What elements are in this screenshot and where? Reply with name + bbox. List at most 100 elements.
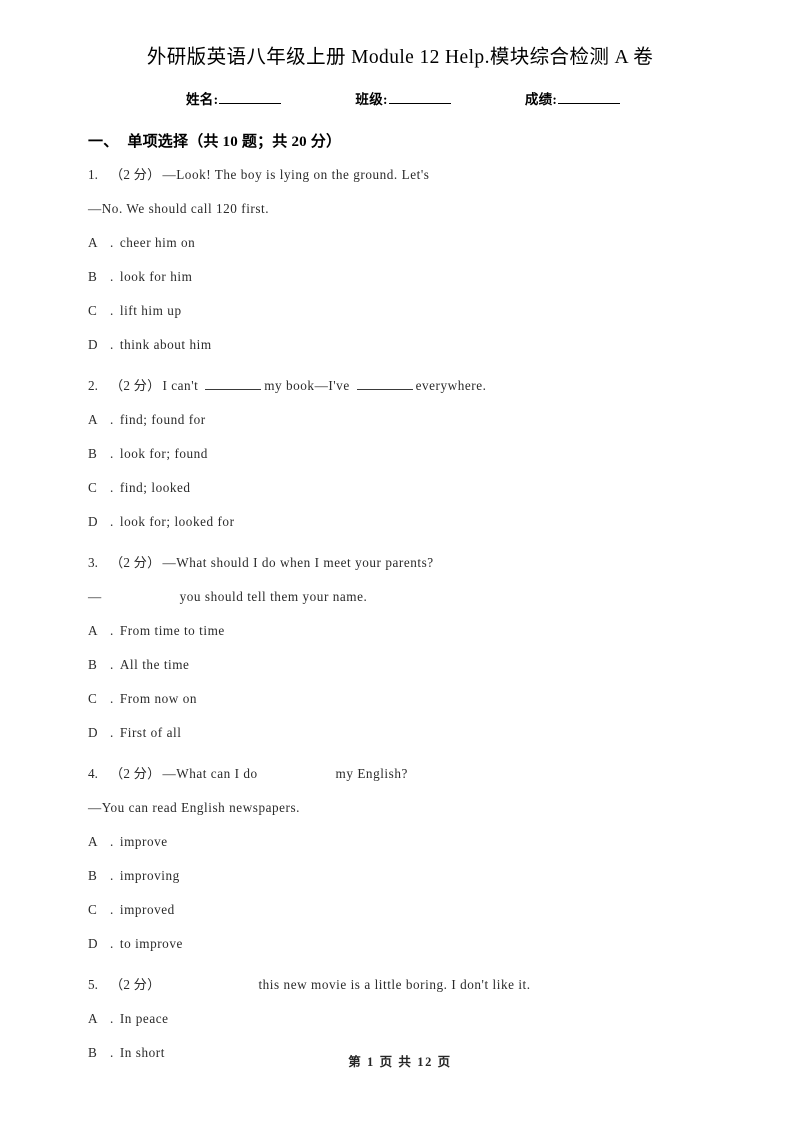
option-separator: . (110, 514, 114, 530)
section-title: 单项选择（共 10 题；共 20 分） (127, 134, 342, 151)
option-separator: . (110, 269, 114, 285)
question-text: this new movie is a little boring. I don… (258, 977, 531, 993)
option-text: From time to time (119, 623, 225, 639)
question-marks: （2 分） (110, 766, 161, 782)
question-stem: 1. （2 分） —Look! The boy is lying on the gr… (0, 158, 800, 192)
question-option[interactable]: B. All the time (0, 648, 800, 682)
question-option[interactable]: C. From now on (0, 682, 800, 716)
question-text: —Look! The boy is lying on the ground. L… (162, 167, 430, 183)
answer-blank[interactable] (205, 378, 262, 391)
option-separator: . (110, 446, 114, 462)
option-separator: . (110, 480, 114, 496)
option-separator: . (110, 691, 114, 707)
option-text: look for; found (119, 446, 208, 462)
question-marks: （2 分） (110, 378, 161, 394)
question-marks: （2 分） (110, 167, 161, 183)
option-separator: . (110, 235, 114, 251)
option-separator: . (110, 868, 114, 884)
option-letter: B (88, 269, 97, 285)
question-option[interactable]: A. improve (0, 825, 800, 859)
question-stem: 3. （2 分） —What should I do when I meet you… (0, 546, 800, 580)
question-text: —What can I do (162, 766, 258, 782)
question-option[interactable]: A. find; found for (0, 403, 800, 437)
question-option[interactable]: A. In peace (0, 1002, 800, 1036)
question-stem: 5. （2 分） this new movie is a little boring… (0, 968, 800, 1002)
option-separator: . (110, 303, 114, 319)
question-stem-continuation: — you should tell them your name. (0, 580, 800, 614)
option-text: cheer him on (119, 235, 196, 251)
option-letter: D (88, 725, 98, 741)
option-separator: . (110, 337, 114, 353)
answer-blank[interactable] (356, 378, 413, 391)
question-option[interactable]: C. lift him up (0, 294, 800, 328)
option-letter: C (88, 691, 97, 707)
option-letter: C (88, 303, 97, 319)
question-number: 3. (88, 555, 98, 571)
exam-page: 外研版英语八年级上册 Module 12 Help.模块综合检测 A 卷 姓名:… (0, 0, 800, 1132)
identity-field-label: 成绩: (524, 92, 558, 108)
identity-field-label: 姓名: (186, 92, 219, 108)
option-text: to improve (119, 936, 183, 952)
identity-field: 班级: (355, 88, 451, 108)
question-number: 4. (88, 766, 98, 782)
option-text: improving (119, 868, 180, 884)
option-letter: A (88, 412, 98, 428)
question-stem: 2. （2 分） I can't my book—I've everywhere. (0, 369, 800, 403)
option-letter: A (88, 235, 98, 251)
question-option[interactable]: D. think about him (0, 328, 800, 362)
identity-field: 成绩: (524, 88, 621, 108)
option-letter: B (88, 657, 97, 673)
question-option[interactable]: D. First of all (0, 716, 800, 750)
section-number: 一、 (88, 134, 119, 151)
option-separator: . (110, 725, 114, 741)
identity-field-blank[interactable] (388, 90, 451, 105)
option-separator: . (110, 623, 114, 639)
identity-field-blank[interactable] (558, 90, 621, 105)
option-letter: A (88, 623, 98, 639)
question-text: my English? (335, 766, 408, 782)
option-letter: D (88, 514, 98, 530)
option-separator: . (110, 412, 114, 428)
question-option[interactable]: A. cheer him on (0, 226, 800, 260)
option-text: find; found for (119, 412, 206, 428)
question-stem-continuation: —You can read English newspapers. (0, 791, 800, 825)
option-text: improved (119, 902, 175, 918)
option-separator: . (110, 936, 114, 952)
identity-fields-row: 姓名: 班级: 成绩: (0, 88, 800, 108)
question-text: —You can read English newspapers. (88, 800, 301, 816)
question-option[interactable]: B. look for; found (0, 437, 800, 471)
option-text: find; looked (119, 480, 191, 496)
question-stem-continuation: —No. We should call 120 first. (0, 192, 800, 226)
option-letter: C (88, 480, 97, 496)
question-number: 5. (88, 977, 98, 993)
option-text: All the time (119, 657, 190, 673)
option-letter: B (88, 868, 97, 884)
question-list: 1. （2 分） —Look! The boy is lying on the gr… (0, 158, 800, 1070)
option-separator: . (110, 1011, 114, 1027)
page-title: 外研版英语八年级上册 Module 12 Help.模块综合检测 A 卷 (146, 47, 654, 68)
option-separator: . (110, 902, 114, 918)
question-option[interactable]: D. to improve (0, 927, 800, 961)
option-text: improve (119, 834, 168, 850)
option-letter: D (88, 936, 98, 952)
question-option[interactable]: B. improving (0, 859, 800, 893)
section-header: 一、 单项选择（共 10 题；共 20 分） (0, 108, 800, 151)
identity-field-blank[interactable] (219, 90, 282, 105)
question-stem: 4. （2 分） —What can I do my English? (0, 757, 800, 791)
question-option[interactable]: C. find; looked (0, 471, 800, 505)
question-option[interactable]: C. improved (0, 893, 800, 927)
question-option[interactable]: A. From time to time (0, 614, 800, 648)
option-letter: D (88, 337, 98, 353)
question-option[interactable]: D. look for; looked for (0, 505, 800, 539)
option-text: think about him (119, 337, 212, 353)
question-marks: （2 分） (110, 555, 161, 571)
question-option[interactable]: B. look for him (0, 260, 800, 294)
question-number: 2. (88, 378, 98, 394)
question-number: 1. (88, 167, 98, 183)
option-letter: C (88, 902, 97, 918)
question-text: my book—I've (264, 378, 350, 394)
option-text: lift him up (119, 303, 182, 319)
question-marks: （2 分） (110, 977, 161, 993)
option-separator: . (110, 657, 114, 673)
option-text: look for him (119, 269, 193, 285)
